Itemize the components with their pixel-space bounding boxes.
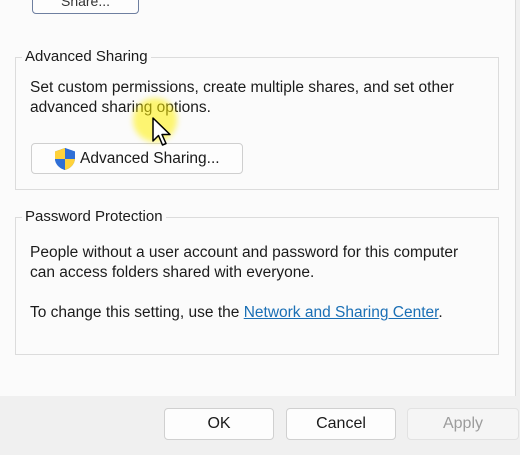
apply-button-label: Apply [442,415,484,432]
advanced-sharing-title: Advanced Sharing [22,48,151,66]
cancel-button[interactable]: Cancel [286,408,396,440]
ok-button[interactable]: OK [164,408,274,440]
uac-shield-icon [55,147,75,170]
apply-button[interactable]: Apply [407,408,519,440]
advanced-sharing-button-label: Advanced Sharing... [80,149,220,167]
change-setting-suffix: . [438,304,443,321]
advanced-sharing-description-line-2: advanced sharing options. [30,99,211,116]
advanced-sharing-group: Advanced Sharing Set custom permissions,… [15,48,499,190]
password-protection-description: People without a user account and passwo… [30,243,458,283]
password-protection-description-line-1: People without a user account and passwo… [30,244,459,261]
password-protection-title: Password Protection [22,208,166,226]
cancel-button-label: Cancel [316,415,366,432]
share-button[interactable]: Share... [32,0,139,14]
advanced-sharing-button[interactable]: Advanced Sharing... [31,143,243,174]
share-button-label: Share... [60,0,111,9]
sharing-tab-panel: Share... Advanced Sharing Set custom per… [0,0,516,396]
password-protection-group: Password Protection People without a use… [15,208,499,355]
network-and-sharing-center-link[interactable]: Network and Sharing Center [244,304,439,321]
advanced-sharing-description-line-1: Set custom permissions, create multiple … [30,79,454,96]
dialog-footer: OK Cancel Apply [0,396,520,455]
ok-button-label: OK [207,415,231,432]
advanced-sharing-description: Set custom permissions, create multiple … [30,78,454,118]
change-setting-prefix: To change this setting, use the [30,304,244,321]
change-setting-text: To change this setting, use the Network … [30,303,443,323]
mouse-pointer-icon [152,117,171,146]
password-protection-description-line-2: can access folders shared with everyone. [30,264,315,281]
